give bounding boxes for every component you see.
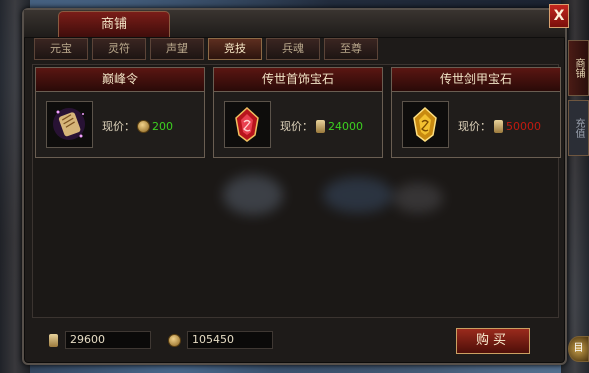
tab-binghun[interactable]: 兵魂 xyxy=(266,38,320,60)
item-price: 现价： 200 xyxy=(102,118,173,134)
price-value: 24000 xyxy=(328,119,363,133)
side-tab-recharge[interactable]: 充值 xyxy=(568,100,589,156)
coin-icon xyxy=(168,333,181,347)
shop-tab-bar: 元宝 灵符 声望 竞技 兵魂 至尊 xyxy=(34,38,378,62)
price-value: 50000 xyxy=(506,119,541,133)
side-tab-shop[interactable]: 商铺 xyxy=(568,40,589,96)
item-card[interactable]: 传世剑甲宝石 现价： 50000 xyxy=(391,67,561,158)
tab-jingji[interactable]: 竞技 xyxy=(208,38,262,60)
price-label: 现价： xyxy=(102,120,135,133)
item-slot[interactable] xyxy=(402,101,449,148)
blur-artifact xyxy=(323,177,393,213)
item-card[interactable]: 传世首饰宝石 现价： 24000 xyxy=(213,67,383,158)
buy-button[interactable]: 购买 xyxy=(456,328,530,354)
tab-lingfu[interactable]: 灵符 xyxy=(92,38,146,60)
item-name: 传世首饰宝石 xyxy=(214,68,382,92)
tab-shengwang[interactable]: 声望 xyxy=(150,38,204,60)
coin-balance: 105450 xyxy=(166,330,273,350)
side-round-button[interactable]: 目 xyxy=(568,336,589,362)
item-body: 现价： 24000 xyxy=(214,92,382,158)
item-cards: 巅峰令 现价： 200 传世首饰宝石 现价： 24000 传世剑甲宝石 现价： … xyxy=(35,67,561,158)
red-gem-icon xyxy=(235,106,259,142)
right-side-tabs: 商铺 充值 目 xyxy=(568,40,589,373)
item-name: 巅峰令 xyxy=(36,68,204,92)
scroll-icon xyxy=(494,119,503,133)
item-card[interactable]: 巅峰令 现价： 200 xyxy=(35,67,205,158)
window-title: 商铺 xyxy=(58,11,170,37)
item-slot[interactable] xyxy=(46,101,93,148)
blur-artifact xyxy=(223,175,283,215)
price-label: 现价： xyxy=(280,120,313,133)
footer-bar: 29600 105450 购买 xyxy=(32,324,559,360)
item-price: 现价： 24000 xyxy=(280,118,363,134)
close-button[interactable]: X xyxy=(549,4,569,28)
scroll-icon xyxy=(49,333,58,347)
token-scroll-icon xyxy=(53,108,85,140)
coin-icon xyxy=(137,119,150,133)
price-value: 200 xyxy=(152,119,173,133)
shop-window: 商铺 元宝 灵符 声望 竞技 兵魂 至尊 巅峰令 现价： 200 传世首饰宝石 … xyxy=(22,8,567,365)
item-name: 传世剑甲宝石 xyxy=(392,68,560,92)
gold-gem-icon xyxy=(413,106,437,142)
scroll-balance: 29600 xyxy=(46,330,151,350)
scroll-balance-value: 29600 xyxy=(65,331,151,349)
item-price: 现价： 50000 xyxy=(458,118,541,134)
tab-zhizun[interactable]: 至尊 xyxy=(324,38,378,60)
coin-balance-value: 105450 xyxy=(187,331,273,349)
title-bar: 商铺 xyxy=(24,10,565,38)
price-label: 现价： xyxy=(458,120,491,133)
item-slot[interactable] xyxy=(224,101,271,148)
item-body: 现价： 200 xyxy=(36,92,204,158)
blur-artifact xyxy=(393,183,443,213)
scroll-icon xyxy=(316,119,325,133)
item-body: 现价： 50000 xyxy=(392,92,560,158)
tab-yuanbao[interactable]: 元宝 xyxy=(34,38,88,60)
item-list-area: 巅峰令 现价： 200 传世首饰宝石 现价： 24000 传世剑甲宝石 现价： … xyxy=(32,64,561,318)
